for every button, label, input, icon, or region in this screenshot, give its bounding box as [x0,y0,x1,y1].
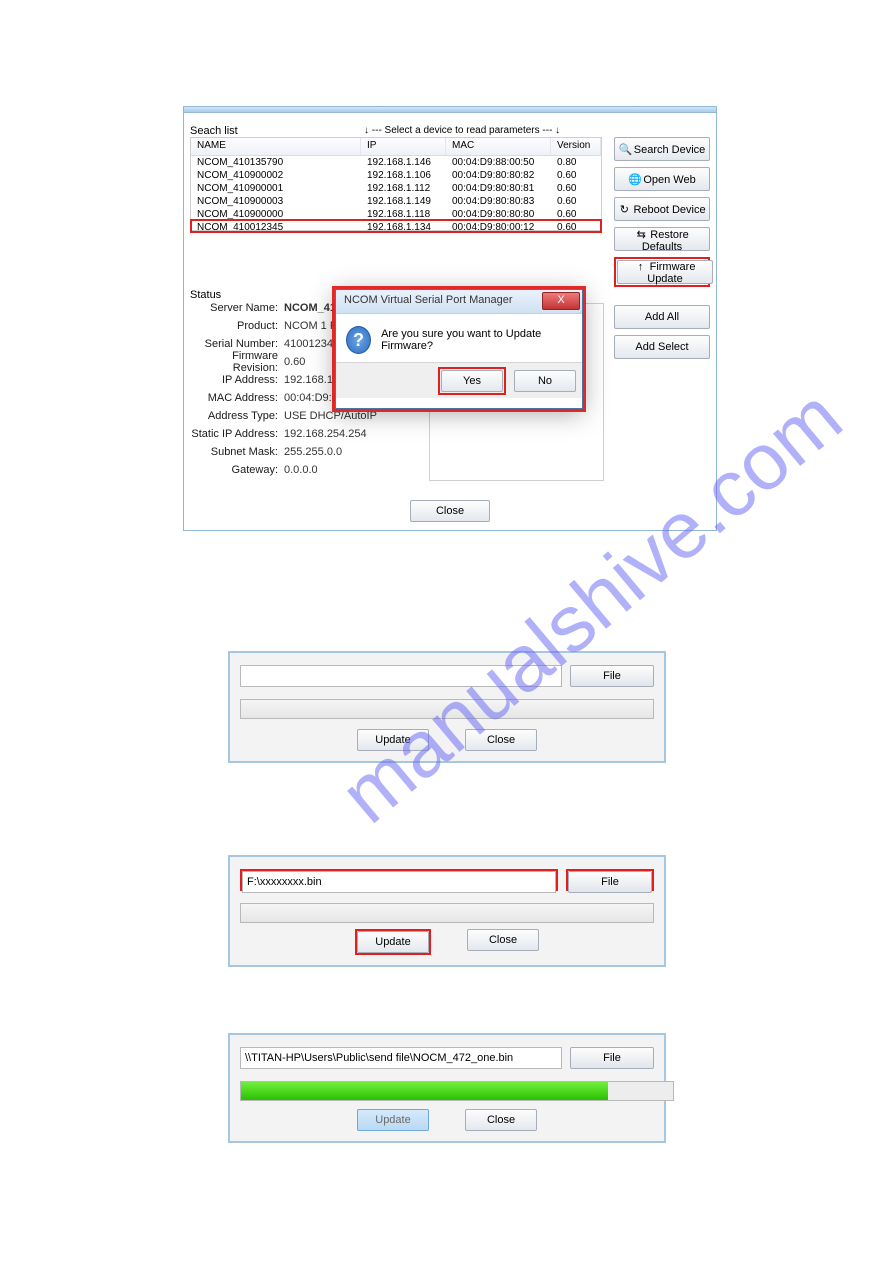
add-buttons: Add All Add Select [614,305,710,365]
globe-icon: 🌐 [628,173,640,186]
file-row: File [240,665,654,687]
serial-label: Serial Number: [188,338,284,350]
update-button-highlight: Update [355,929,431,955]
file-dialog-2: File Update Close [228,855,666,967]
col-ip: IP [361,138,446,155]
close-button[interactable]: Close [410,500,490,522]
col-name: NAME [191,138,361,155]
table-row[interactable]: NCOM_410900001192.168.1.11200:04:D9:80:8… [191,182,601,195]
progress-bar [240,903,654,923]
update-button[interactable]: Update [357,729,429,751]
file-row: File [240,869,654,891]
product-label: Product: [188,320,284,332]
yes-button[interactable]: Yes [441,370,503,392]
fd-buttons: Update Close [230,729,664,751]
subnet-value: 255.255.0.0 [284,446,342,458]
add-select-button[interactable]: Add Select [614,335,710,359]
col-version: Version [551,138,601,155]
dialog-title: NCOM Virtual Serial Port Manager X [336,290,582,314]
file-dialog-1: File Update Close [228,651,666,763]
gateway-value: 0.0.0.0 [284,464,318,476]
progress-bar [240,1081,674,1101]
file-button-highlight: File [566,869,654,891]
file-dialog-3: File Update Close [228,1033,666,1143]
confirm-dialog: NCOM Virtual Serial Port Manager X ? Are… [335,289,583,409]
reboot-device-button[interactable]: ↻ Reboot Device [614,197,710,221]
staticip-value: 192.168.254.254 [284,428,367,440]
file-path-input[interactable] [240,665,562,687]
ipaddr-label: IP Address: [188,374,284,386]
file-browse-button[interactable]: File [568,871,652,893]
update-button[interactable]: Update [357,931,429,953]
open-web-button[interactable]: 🌐 Open Web [614,167,710,191]
update-button[interactable]: Update [357,1109,429,1131]
staticip-label: Static IP Address: [188,428,284,440]
dialog-message: Are you sure you want to Update Firmware… [381,328,572,352]
yes-highlight: Yes [438,367,506,395]
fwrev-value: 0.60 [284,356,305,368]
file-browse-button[interactable]: File [570,1047,654,1069]
dialog-buttons: Yes No [336,362,582,398]
reboot-icon: ↻ [618,203,630,216]
selected-row-highlight [190,219,602,233]
dialog-title-text: NCOM Virtual Serial Port Manager [344,294,513,306]
progress-bar [240,699,654,719]
search-hint: ↓ --- Select a device to read parameters… [364,125,560,136]
close-button[interactable]: Close [467,929,539,951]
table-row[interactable]: NCOM_410900002192.168.1.10600:04:D9:80:8… [191,169,601,182]
file-path-input[interactable] [240,1047,562,1069]
file-browse-button[interactable]: File [570,665,654,687]
search-list-label: Seach list [190,125,238,137]
server-name-label: Server Name: [188,302,284,314]
table-row[interactable]: NCOM_410900003192.168.1.14900:04:D9:80:8… [191,195,601,208]
fd-buttons: Update Close [230,1109,664,1131]
search-device-button[interactable]: 🔍 Search Device [614,137,710,161]
subnet-label: Subnet Mask: [188,446,284,458]
serial-value: 410012345 [284,338,339,350]
search-icon: 🔍 [619,143,631,156]
server-name-value: NCOM_41 [284,302,336,314]
file-path-input[interactable] [242,871,556,893]
macaddr-label: MAC Address: [188,392,284,404]
gateway-label: Gateway: [188,464,284,476]
fwrev-label: Firmware Revision: [188,350,284,374]
addrtype-value: USE DHCP/AutoIP [284,410,377,422]
close-button[interactable]: Close [465,1109,537,1131]
close-area: Close [184,500,716,522]
restore-icon: ⇆ [635,228,647,241]
list-headers: NAME IP MAC Version [191,138,601,156]
dialog-close-button[interactable]: X [542,292,580,310]
table-row[interactable]: NCOM_410135790192.168.1.14600:04:D9:88:0… [191,156,601,169]
up-arrow-icon: ↑ [635,261,647,273]
fd-buttons: Update Close [230,929,664,955]
no-button[interactable]: No [514,370,576,392]
question-icon: ? [346,326,371,354]
window-titlebar [184,107,716,113]
close-button[interactable]: Close [465,729,537,751]
device-list[interactable]: NAME IP MAC Version NCOM_410135790192.16… [190,137,602,231]
dialog-body: ? Are you sure you want to Update Firmwa… [336,314,582,362]
firmware-update-highlight: ↑ Firmware Update [614,257,710,287]
col-mac: MAC [446,138,551,155]
add-all-button[interactable]: Add All [614,305,710,329]
file-row: File [240,1047,654,1069]
file-input-highlight [240,869,558,891]
firmware-update-button[interactable]: ↑ Firmware Update [617,260,713,284]
side-buttons: 🔍 Search Device 🌐 Open Web ↻ Reboot Devi… [614,137,710,293]
addrtype-label: Address Type: [188,410,284,422]
restore-defaults-button[interactable]: ⇆ Restore Defaults [614,227,710,251]
